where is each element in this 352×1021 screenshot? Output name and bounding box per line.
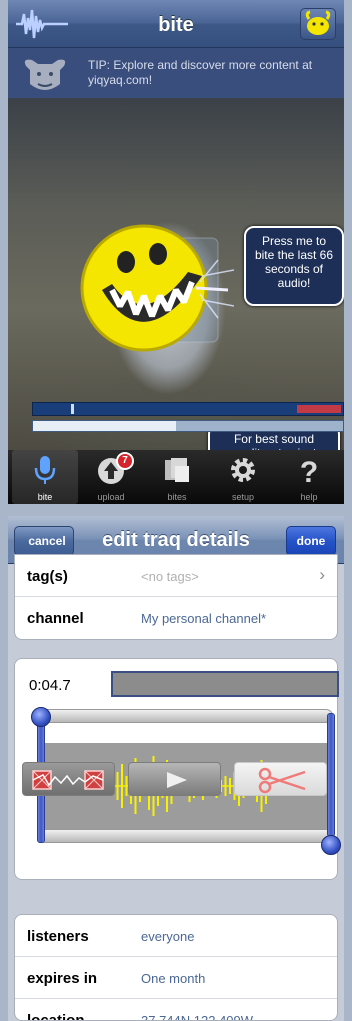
tab-label: upload: [97, 492, 125, 502]
listeners-row[interactable]: listeners everyone: [15, 915, 337, 957]
channel-row[interactable]: channel My personal channel*: [15, 597, 337, 639]
details-group-bottom: listeners everyone expires in One month …: [14, 914, 338, 1021]
row-key: location: [27, 1012, 85, 1021]
yak-icon: [305, 10, 331, 35]
trim-end-knob[interactable]: [321, 835, 341, 855]
upload-count-badge: 7: [116, 452, 134, 470]
tab-label: help: [300, 492, 318, 502]
tab-label: bite: [37, 492, 53, 502]
location-value: 37.744N 122.409W: [141, 1013, 254, 1021]
tab-help[interactable]: ? help: [276, 450, 342, 504]
chevron-right-icon: ›: [319, 565, 325, 584]
top-trim-rail[interactable]: [37, 709, 333, 723]
tags-value: <no tags>: [141, 569, 199, 584]
tags-row[interactable]: tag(s) <no tags> ›: [15, 555, 337, 597]
tip-text: TIP: Explore and discover more content a…: [88, 58, 313, 87]
expires-row[interactable]: expires in One month: [15, 957, 337, 999]
time-readout: 0:04.7: [29, 677, 71, 694]
waveform-mode-button[interactable]: [22, 762, 115, 796]
tab-label: bites: [167, 492, 187, 502]
microphone-icon: [34, 456, 56, 484]
audio-level-meter: [32, 402, 344, 416]
bottom-trim-rail[interactable]: [37, 829, 333, 843]
channel-value: My personal channel*: [141, 611, 267, 626]
tip-banner[interactable]: TIP: Explore and discover more content a…: [8, 48, 344, 98]
row-key: listeners: [27, 928, 89, 945]
tab-bite[interactable]: bite: [12, 450, 78, 504]
tab-setup[interactable]: setup: [210, 450, 276, 504]
listeners-value: everyone: [141, 929, 195, 944]
edit-details-screen: cancel edit traq details done tag(s) <no…: [8, 516, 344, 1021]
bite-button[interactable]: [78, 210, 234, 366]
done-button[interactable]: done: [286, 526, 336, 556]
trim-button[interactable]: [234, 762, 327, 796]
row-key: expires in: [27, 970, 98, 987]
bites-icon: [165, 458, 189, 482]
level-marker: [71, 404, 74, 414]
level-red-zone: [297, 405, 341, 413]
play-icon: [167, 772, 187, 788]
svg-text:?: ?: [300, 456, 318, 486]
bite-navbar: bite: [8, 0, 344, 48]
play-button[interactable]: [128, 762, 221, 796]
yak-button[interactable]: [300, 8, 336, 40]
waveform-markers-icon: [32, 770, 104, 790]
gear-icon: [231, 458, 255, 482]
scissors-icon: [258, 767, 306, 794]
trim-end-handle[interactable]: [327, 713, 335, 837]
app-root: bite TIP: Explore and discover more cont…: [0, 0, 352, 1021]
tab-label: setup: [231, 492, 255, 502]
recording-progress-fill: [33, 421, 176, 431]
time-display-box: [111, 671, 339, 697]
expires-value: One month: [141, 971, 206, 986]
help-icon: ?: [300, 456, 318, 486]
camera-preview: Press me to bite the last 66 seconds of …: [8, 98, 344, 488]
page-title: bite: [158, 14, 194, 36]
tab-bites[interactable]: bites: [144, 450, 210, 504]
location-row[interactable]: location 37.744N 122.409W: [15, 999, 337, 1021]
yak-tip-icon: [24, 59, 66, 90]
bite-callout: Press me to bite the last 66 seconds of …: [244, 226, 344, 306]
recording-progress: [32, 420, 344, 432]
trim-start-knob[interactable]: [31, 707, 51, 727]
row-key: channel: [27, 610, 84, 627]
row-key: tag(s): [27, 568, 68, 585]
tab-upload[interactable]: 7 upload: [78, 450, 144, 504]
details-group-top: tag(s) <no tags> › channel My personal c…: [14, 554, 338, 640]
tab-bar: bite 7 upload bites setup ? help: [8, 450, 344, 504]
bite-screen: bite TIP: Explore and discover more cont…: [8, 0, 344, 504]
